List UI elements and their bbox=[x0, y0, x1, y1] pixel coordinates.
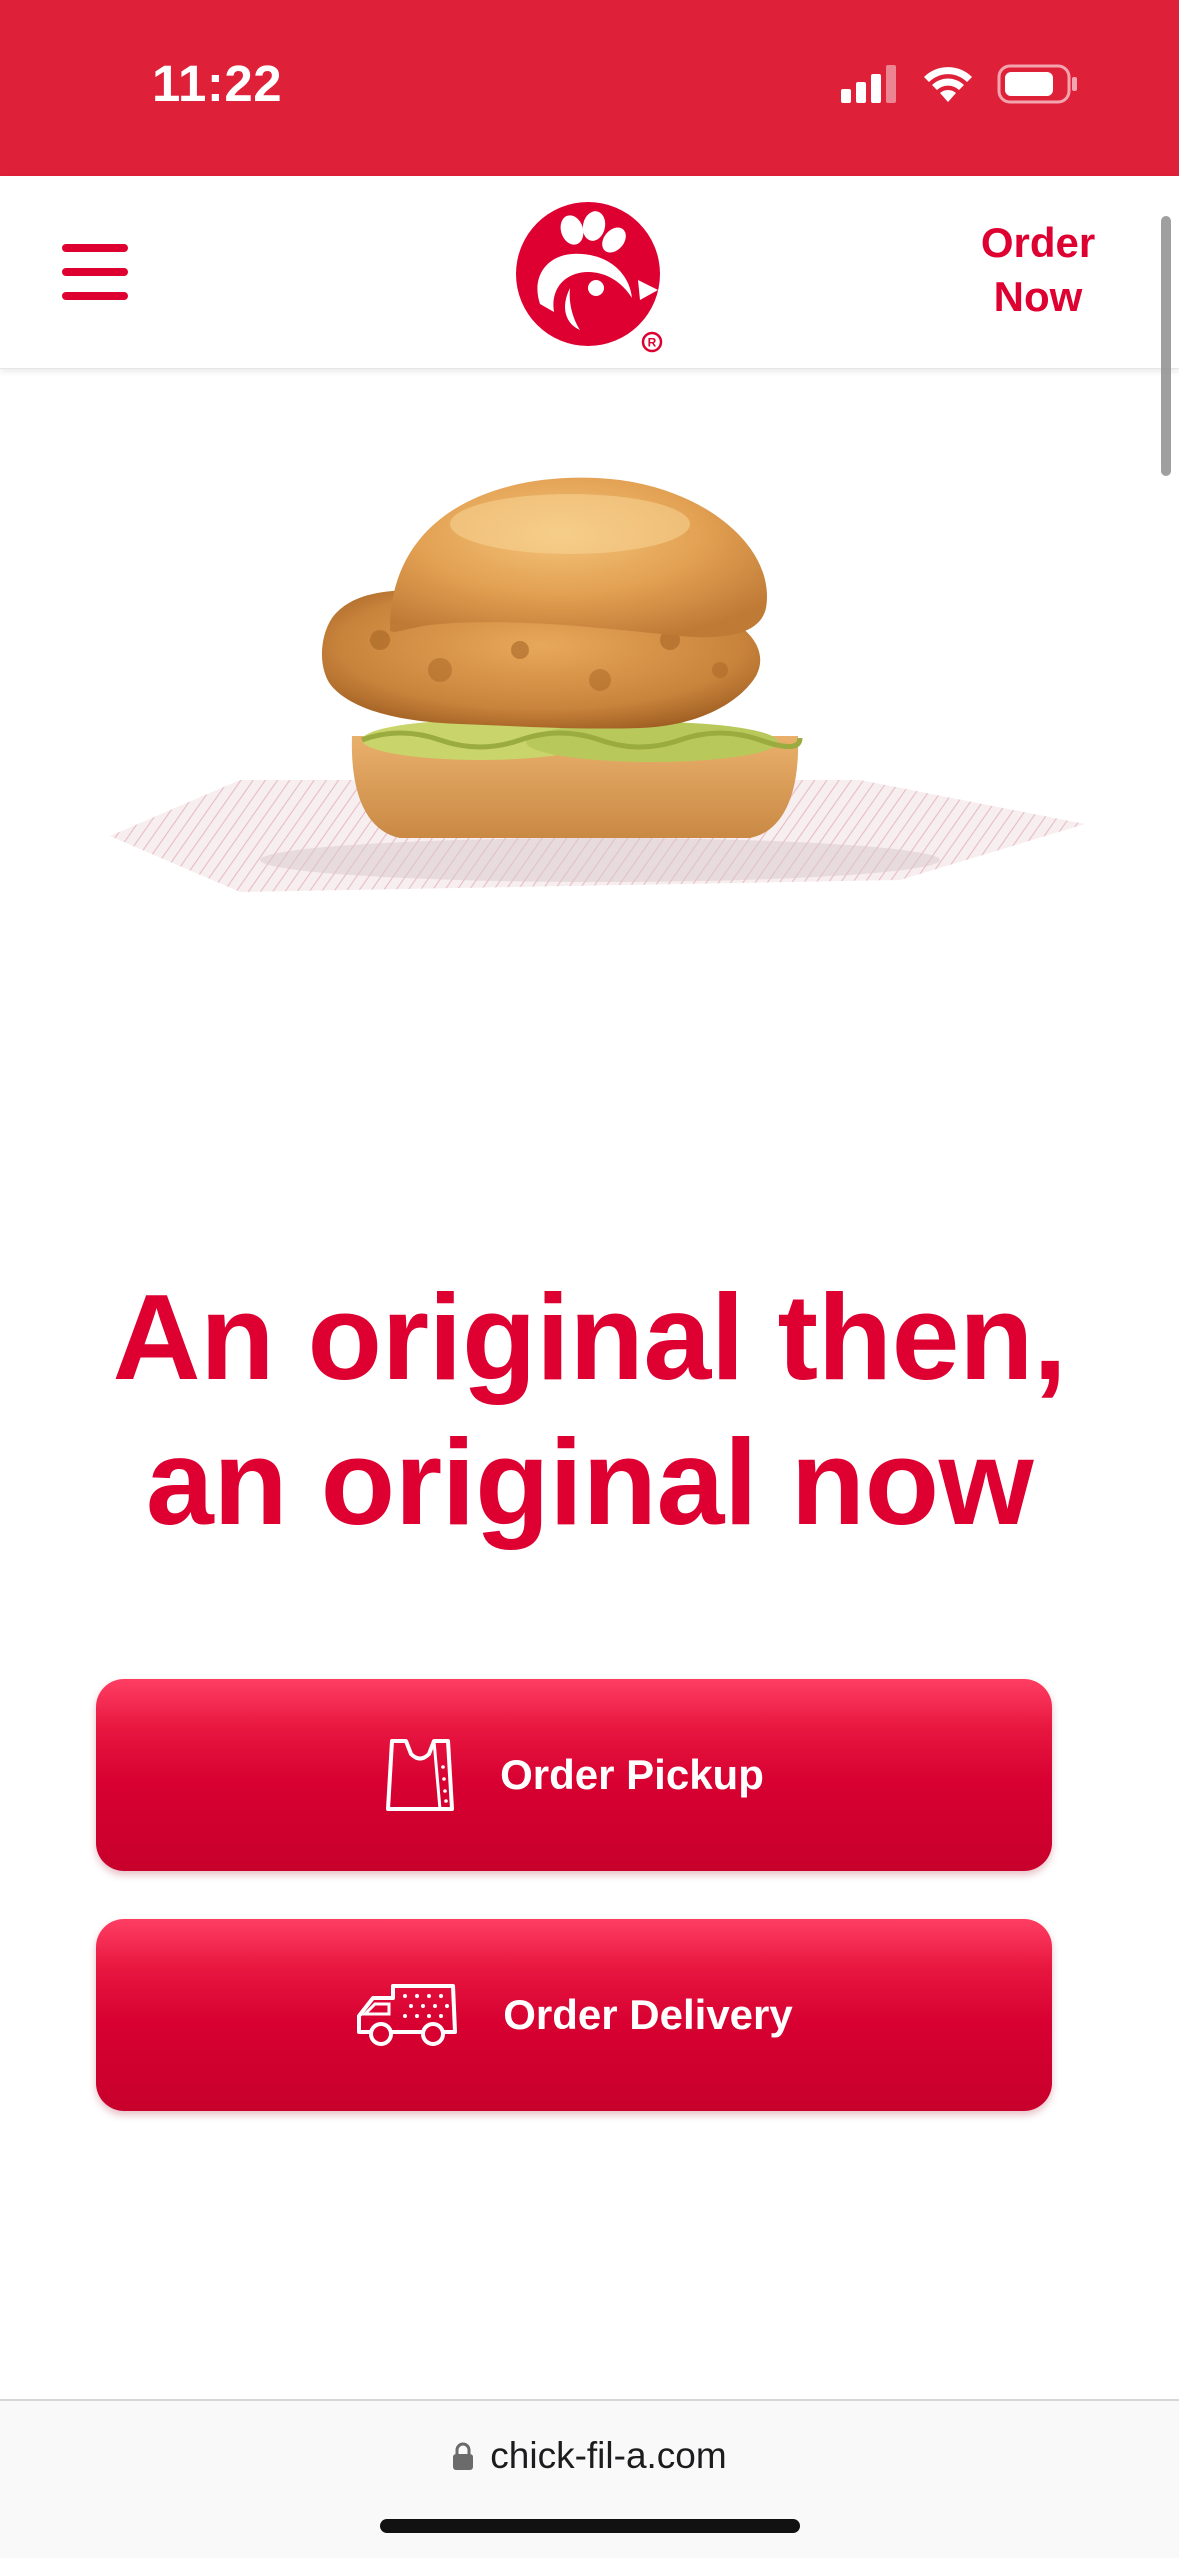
status-time: 11:22 bbox=[152, 55, 283, 112]
wifi-icon bbox=[924, 67, 972, 102]
signal-icon bbox=[841, 65, 896, 103]
url-text: chick-fil-a.com bbox=[490, 2435, 727, 2476]
delivery-van-icon bbox=[357, 1984, 458, 2046]
chicken-sandwich-illustration bbox=[110, 477, 1085, 892]
order-now-line2: Now bbox=[993, 273, 1083, 320]
status-icons bbox=[841, 64, 1079, 104]
hero-headline: An original then, an original now bbox=[0, 1265, 1179, 1555]
headline-line1: An original then, bbox=[112, 1269, 1067, 1405]
order-delivery-button[interactable]: Order Delivery bbox=[96, 1919, 1052, 2111]
headline-line2: an original now bbox=[145, 1414, 1034, 1550]
battery-icon bbox=[997, 64, 1077, 104]
url-display[interactable]: chick-fil-a.com bbox=[0, 2435, 1179, 2477]
order-delivery-label: Order Delivery bbox=[503, 1991, 793, 2038]
order-now-line1: Order bbox=[980, 219, 1096, 266]
svg-text:R: R bbox=[648, 336, 657, 350]
hamburger-menu-icon[interactable] bbox=[58, 242, 132, 302]
status-bar: 11:22 bbox=[0, 0, 1179, 176]
order-pickup-label: Order Pickup bbox=[500, 1751, 764, 1798]
chick-fil-a-logo-icon[interactable]: R bbox=[510, 196, 670, 356]
order-now-link[interactable]: Order Now bbox=[943, 216, 1133, 324]
order-pickup-button[interactable]: Order Pickup bbox=[96, 1679, 1052, 1871]
browser-url-bar[interactable]: chick-fil-a.com bbox=[0, 2399, 1179, 2558]
page-scrollbar[interactable] bbox=[1161, 216, 1171, 476]
lock-icon bbox=[453, 2442, 474, 2470]
pickup-bag-icon bbox=[386, 1739, 455, 1811]
site-header: R Order Now bbox=[0, 176, 1179, 369]
home-indicator[interactable] bbox=[380, 2519, 800, 2533]
